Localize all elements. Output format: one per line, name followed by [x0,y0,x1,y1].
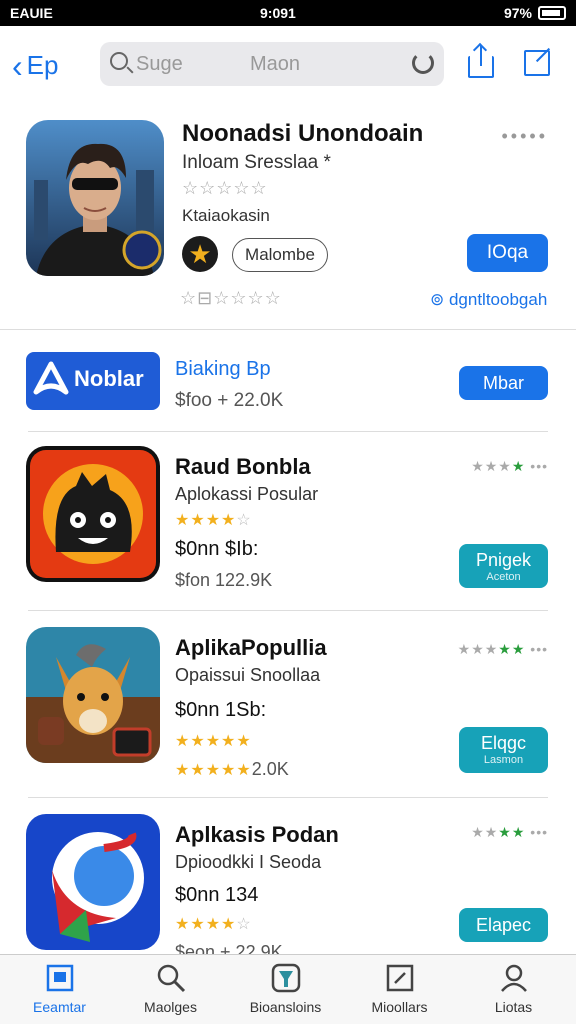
app-count: 2.0K [251,759,289,779]
get-button-sublabel: Aceton [486,571,521,583]
rating-count-row: ★★★★★2.0K [175,759,289,780]
account-icon [499,963,529,993]
compose-icon[interactable] [524,50,550,76]
list-item[interactable]: Raud Bonbla Aplokassi Posular ★★★★☆ $0nn… [0,432,576,610]
app-title: Aplkasis Podan [175,822,339,847]
featured-app-subtitle: Inloam Sresslaa * [182,152,331,174]
category-tag[interactable]: Malombe [232,238,328,272]
get-button[interactable]: Pnigek Aceton [459,544,548,588]
tab-label: Mioollars [371,999,428,1015]
updates-icon [385,963,415,993]
app-title: Raud Bonbla [175,454,311,479]
reload-icon[interactable] [412,52,434,74]
get-button-label: Pnigek [475,550,532,570]
list-item[interactable]: Noblar Biaking Bp $foo + 22.0K Mbar [0,340,576,432]
tab-label: Maolges [144,999,197,1015]
app-count: $eon + 22.9K [175,942,283,954]
nav-bar: ‹ Ep Suge Maon [0,26,576,104]
app-price: $0nn 1Sb: [175,699,267,721]
today-icon [45,963,75,993]
clock: 9:091 [260,5,296,21]
app-subtitle: Dpioodkki I Seoda [175,852,322,872]
featured-get-button[interactable]: IOqa [467,234,548,272]
status-bar: EAUIE 9:091 97% [0,0,576,26]
app-banner-text: Noblar [74,366,144,391]
featured-app-icon[interactable] [26,120,164,276]
share-icon[interactable] [468,46,494,78]
featured-subtitle-text: Inloam Sresslaa [182,152,319,173]
battery-icon [538,6,566,20]
search-placeholder: Suge [136,53,183,75]
tab-label: Eeamtar [33,999,86,1015]
app-price-line: $foo + 22.0K [175,390,284,411]
tab-today[interactable]: Eeamtar [2,963,117,1015]
search-bar[interactable]: Suge Maon [100,42,444,86]
back-button[interactable]: ‹ Ep [12,47,59,84]
app-banner-icon: Noblar [26,352,160,410]
app-subtitle: Aplokassi Posular [175,484,319,504]
mini-rating: ★★★★ ••• [471,458,548,474]
battery-percent: 97% [503,5,532,21]
get-button[interactable]: Mbar [459,366,548,400]
app-price: $0nn $Ib: [175,538,259,560]
asterisk-icon: * [323,152,331,173]
rating-stars: ★★★★☆ [175,512,252,529]
tab-label: Liotas [494,999,533,1015]
app-icon [26,446,160,582]
featured-developer: Ktaiaokasin [182,206,270,225]
tab-account[interactable]: Liotas [456,963,571,1015]
back-label: Ep [26,50,59,80]
app-title: AplikaPopullia [175,635,327,660]
search-hint: Maon [250,53,301,75]
games-icon [271,963,301,993]
get-button[interactable]: Elapec [459,908,548,942]
award-star-icon: ★ [182,236,218,272]
get-button[interactable]: Elqgc Lasmon [459,727,548,773]
mini-rating: ★★★★★ ••• [457,641,548,657]
carrier-label: EAUIE [10,5,53,21]
mini-rating: ★★★★ ••• [471,824,548,840]
developer-link[interactable]: ⊚ dgntltoobgah [430,290,547,310]
app-count: $fon 122.9K [175,570,273,590]
featured-app: Noonadsi Unondoain Inloam Sresslaa * ☆☆☆… [0,104,576,330]
app-title: Biaking Bp [175,358,271,380]
app-price: $0nn 134 [175,884,259,906]
developer-link-text: dgntltoobgah [448,290,548,309]
app-icon [26,814,160,950]
tab-bar: Eeamtar Maolges Bioansloins Mioollars Li… [0,954,576,1024]
tab-search[interactable]: Maolges [113,963,228,1015]
rating-stars: ★★★★★ [175,733,252,750]
search-icon [110,52,128,70]
list-item[interactable]: AplikaPopullia Opaissui Snoollaa $0nn 1S… [0,611,576,797]
link-icon: ⊚ [430,290,449,309]
app-subtitle: Opaissui Snoollaa [175,665,321,685]
featured-app-title: Noonadsi Unondoain [182,120,424,147]
more-icon[interactable]: ••••• [501,126,548,147]
rating-stars-small: ★★★★★ [175,762,252,779]
app-icon [26,627,160,763]
featured-rating-stars: ☆☆☆☆☆ [182,178,268,198]
featured-rating-row: ☆⊟☆☆☆☆ [180,288,282,308]
rating-stars: ★★★★☆ [175,916,252,933]
list-item[interactable]: Aplkasis Podan Dpioodkki I Seoda $0nn 13… [0,798,576,954]
app-logo-icon [32,360,70,398]
search-icon [156,963,186,993]
get-button-sublabel: Lasmon [483,754,524,766]
tab-games[interactable]: Bioansloins [228,963,343,1015]
chevron-left-icon: ‹ [12,47,23,84]
tab-label: Bioansloins [249,999,322,1015]
get-button-label: Elqgc [480,733,527,753]
tab-updates[interactable]: Mioollars [342,963,457,1015]
